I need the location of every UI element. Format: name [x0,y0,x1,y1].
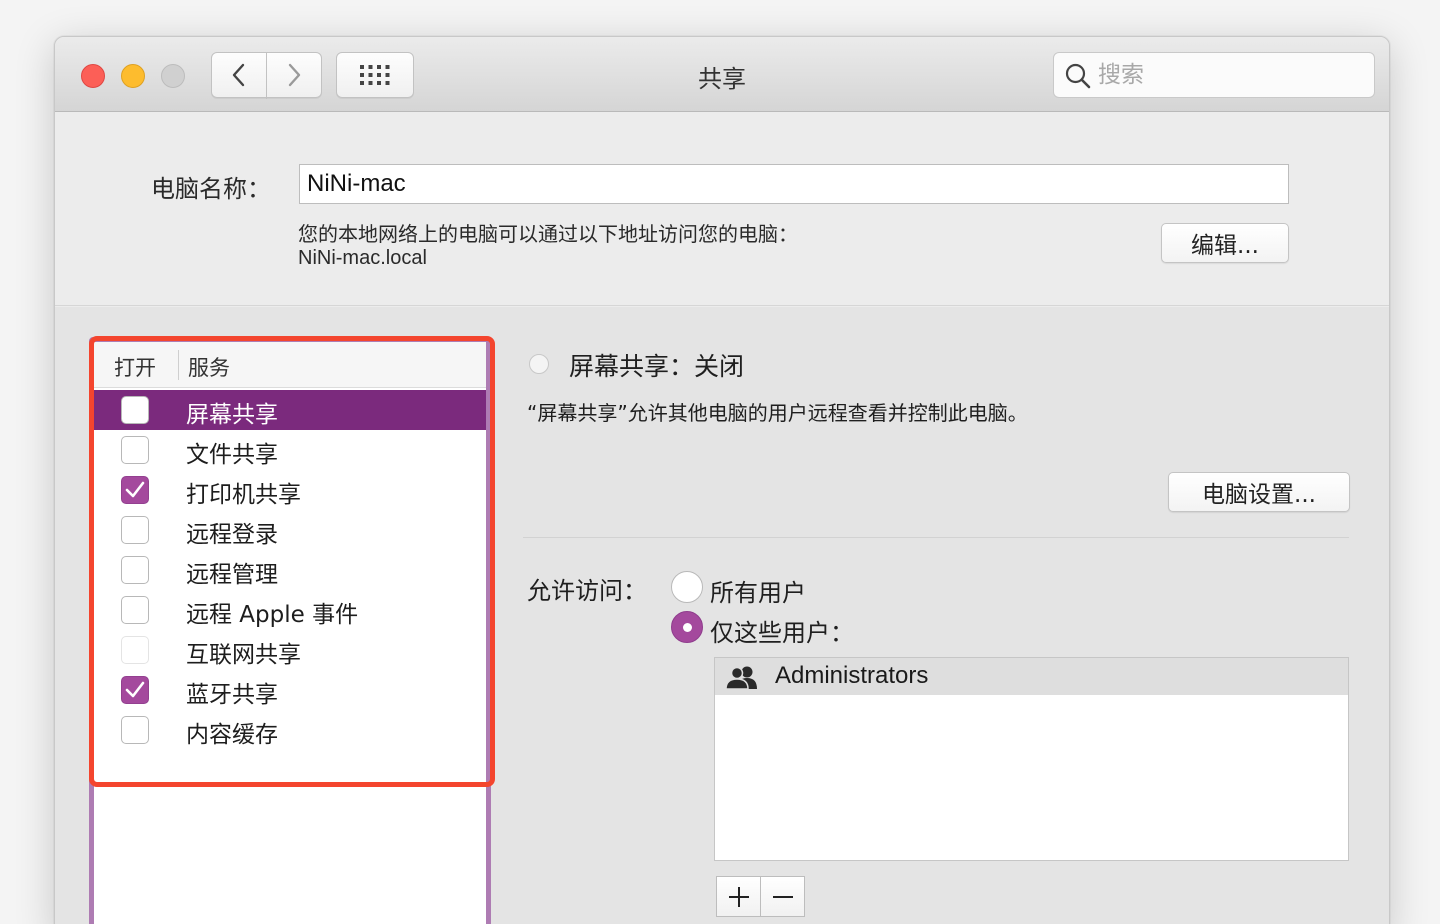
service-row-printer-sharing[interactable]: 打印机共享 [94,470,486,510]
column-header-on[interactable]: 打开 [114,352,156,382]
service-status-title: 屏幕共享：关闭 [569,352,745,381]
radio-all-users[interactable] [671,571,703,603]
service-checkbox[interactable] [121,716,149,744]
minus-icon [772,895,793,898]
search-icon [1065,63,1091,89]
plus-icon [728,886,749,907]
address-description: 您的本地网络上的电脑可以通过以下地址访问您的电脑： [298,222,798,246]
add-user-button[interactable] [716,876,761,917]
group-icon [725,666,757,689]
computer-name-section: 电脑名称： 您的本地网络上的电脑可以通过以下地址访问您的电脑： NiNi-mac… [55,113,1389,306]
service-row-remote-login[interactable]: 远程登录 [94,510,486,550]
preferences-window: 共享 电脑名称： 您的本地网络上的电脑可以通过以下地址访问您的电脑： NiNi-… [54,36,1390,924]
service-checkbox[interactable] [121,396,149,424]
sharing-section: 打开 服务 屏幕共享 文件共享 打印机共享 远程登录 远程管理 远程 Apple… [55,307,1389,924]
column-header-service[interactable]: 服务 [188,352,230,382]
checkmark-icon [125,681,145,698]
users-list[interactable]: Administrators [714,657,1349,861]
search-input[interactable] [1098,59,1358,91]
user-row[interactable]: Administrators [715,658,1348,695]
services-list[interactable]: 打开 服务 屏幕共享 文件共享 打印机共享 远程登录 远程管理 远程 Apple… [89,337,491,924]
column-divider [178,350,179,380]
search-field[interactable] [1053,52,1375,98]
service-row-content-caching[interactable]: 内容缓存 [94,710,486,750]
service-label: 远程 Apple 事件 [186,602,359,628]
radio-only-these-users-label[interactable]: 仅这些用户： [710,613,854,648]
service-label: 文件共享 [186,442,278,468]
radio-all-users-label[interactable]: 所有用户 [710,573,806,608]
service-label: 打印机共享 [186,482,301,508]
service-label: 蓝牙共享 [186,682,278,708]
service-label: 互联网共享 [186,642,301,668]
service-row-file-sharing[interactable]: 文件共享 [94,430,486,470]
allow-access-label: 允许访问： [527,577,647,605]
divider [523,537,1349,538]
service-checkbox[interactable] [121,516,149,544]
service-label: 远程管理 [186,562,278,588]
service-row-bluetooth-sharing[interactable]: 蓝牙共享 [94,670,486,710]
service-checkbox[interactable] [121,636,149,664]
radio-only-these-users[interactable] [671,611,703,643]
service-checkbox[interactable] [121,476,149,504]
status-indicator [529,354,549,374]
service-status-description: “屏幕共享”允许其他电脑的用户远程查看并控制此电脑。 [527,401,1028,425]
remove-user-button[interactable] [760,876,805,917]
service-checkbox[interactable] [121,676,149,704]
service-checkbox[interactable] [121,596,149,624]
service-checkbox[interactable] [121,556,149,584]
user-name: Administrators [775,662,929,689]
service-label: 内容缓存 [186,722,278,748]
edit-button[interactable]: 编辑... [1161,223,1289,263]
service-row-remote-apple-events[interactable]: 远程 Apple 事件 [94,590,486,630]
service-row-remote-management[interactable]: 远程管理 [94,550,486,590]
local-address: NiNi-mac.local [298,247,427,269]
service-row-screen-sharing[interactable]: 屏幕共享 [94,390,486,430]
computer-name-input[interactable] [299,164,1289,204]
services-list-header: 打开 服务 [94,342,486,388]
checkmark-icon [125,481,145,498]
service-row-internet-sharing[interactable]: 互联网共享 [94,630,486,670]
computer-settings-button[interactable]: 电脑设置... [1168,472,1350,512]
service-label: 屏幕共享 [186,402,278,428]
title-bar: 共享 [55,37,1389,112]
service-label: 远程登录 [186,522,278,548]
computer-name-label: 电脑名称： [151,175,271,203]
service-checkbox[interactable] [121,436,149,464]
